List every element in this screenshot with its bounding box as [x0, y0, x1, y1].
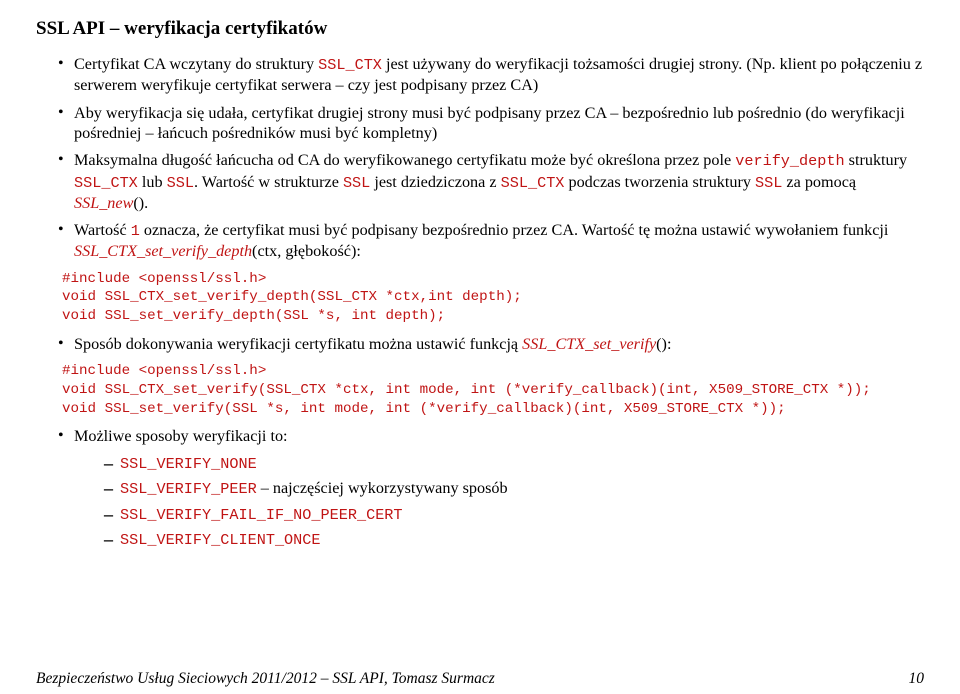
text: – najczęściej wykorzystywany sposób: [257, 479, 508, 497]
sub-item-4: SSL_VERIFY_CLIENT_ONCE: [104, 529, 924, 550]
bullet-1: Certyfikat CA wczytany do struktury SSL_…: [58, 54, 924, 96]
main-list-cont2: Możliwe sposoby weryfikacji to: SSL_VERI…: [36, 426, 924, 550]
text: oznacza, że certyfikat musi być podpisan…: [140, 221, 889, 239]
bullet-5: Sposób dokonywania weryfikacji certyfika…: [58, 334, 924, 354]
bullet-3: Maksymalna długość łańcucha od CA do wer…: [58, 150, 924, 213]
text: Certyfikat CA wczytany do struktury: [74, 55, 318, 73]
code-inline: SSL_CTX: [501, 174, 565, 192]
fn-name: SSL_new: [74, 194, 133, 212]
fn-name: SSL_CTX_set_verify_depth: [74, 242, 252, 260]
page-title: SSL API – weryfikacja certyfikatów: [36, 18, 924, 40]
main-list: Certyfikat CA wczytany do struktury SSL_…: [36, 54, 924, 262]
code-inline: 1: [131, 222, 140, 240]
text: Maksymalna długość łańcucha od CA do wer…: [74, 151, 735, 169]
sub-item-3: SSL_VERIFY_FAIL_IF_NO_PEER_CERT: [104, 504, 924, 525]
text: za pomocą: [782, 173, 856, 191]
bullet-6: Możliwe sposoby weryfikacji to: SSL_VERI…: [58, 426, 924, 550]
fn-name: SSL_CTX_set_verify: [522, 335, 656, 353]
arg: ctx: [257, 242, 277, 260]
const-name: SSL_VERIFY_CLIENT_ONCE: [120, 531, 321, 549]
const-name: SSL_VERIFY_NONE: [120, 455, 257, 473]
text: jest dziedziczona z: [370, 173, 500, 191]
code-block-1: #include <openssl/ssl.h> void SSL_CTX_se…: [62, 270, 924, 326]
text: :: [667, 335, 672, 353]
text: (): [656, 335, 667, 353]
text: podczas tworzenia struktury: [564, 173, 755, 191]
bullet-2: Aby weryfikacja się udała, certyfikat dr…: [58, 103, 924, 144]
sub-item-2: SSL_VERIFY_PEER – najczęściej wykorzysty…: [104, 478, 924, 499]
footer-left: Bezpieczeństwo Usług Sieciowych 2011/201…: [36, 670, 495, 688]
text: (): [133, 194, 144, 212]
bullet-4: Wartość 1 oznacza, że certyfikat musi by…: [58, 220, 924, 262]
code-block-2: #include <openssl/ssl.h> void SSL_CTX_se…: [62, 362, 924, 418]
code-inline: verify_depth: [735, 152, 844, 170]
code-inline: SSL_CTX: [74, 174, 138, 192]
code-inline: SSL: [167, 174, 194, 192]
footer: Bezpieczeństwo Usług Sieciowych 2011/201…: [36, 670, 924, 688]
text: .: [144, 194, 148, 212]
page-number: 10: [909, 670, 925, 688]
text: Możliwe sposoby weryfikacji to:: [74, 427, 288, 445]
code-inline: SSL: [343, 174, 370, 192]
text: Wartość: [74, 221, 131, 239]
page: SSL API – weryfikacja certyfikatów Certy…: [0, 0, 960, 694]
text: . Wartość w strukturze: [194, 173, 343, 191]
text: :: [356, 242, 361, 260]
main-list-cont1: Sposób dokonywania weryfikacji certyfika…: [36, 334, 924, 354]
code-inline: SSL: [755, 174, 782, 192]
text: Aby weryfikacja się udała, certyfikat dr…: [74, 104, 905, 142]
const-name: SSL_VERIFY_PEER: [120, 480, 257, 498]
const-name: SSL_VERIFY_FAIL_IF_NO_PEER_CERT: [120, 506, 403, 524]
sub-list: SSL_VERIFY_NONE SSL_VERIFY_PEER – najczę…: [74, 453, 924, 551]
arg: głębokość: [285, 242, 351, 260]
text: struktury: [845, 151, 908, 169]
sub-item-1: SSL_VERIFY_NONE: [104, 453, 924, 474]
text: lub: [138, 173, 167, 191]
code-inline: SSL_CTX: [318, 56, 382, 74]
text: Sposób dokonywania weryfikacji certyfika…: [74, 335, 522, 353]
